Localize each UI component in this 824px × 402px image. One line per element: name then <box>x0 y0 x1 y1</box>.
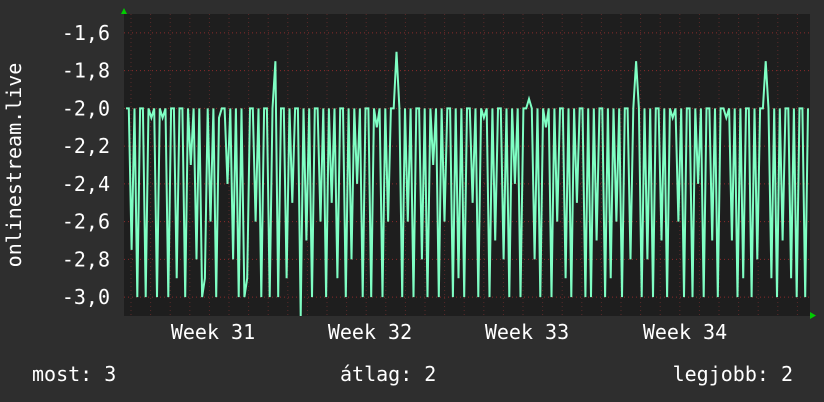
y-tick-label: -2,6 <box>62 210 110 234</box>
x-tick-label: Week 34 <box>643 320 727 344</box>
chart: -1,6 -1,8 -2,0 -2,2 -2,4 -2,6 -2,8 -3,0 Week 31… <box>62 8 816 344</box>
x-axis-ticks: Week 31 Week 32 Week 33 Week 34 <box>171 320 727 344</box>
y-tick-label: -2,4 <box>62 172 110 196</box>
stat-current: most: 3 <box>32 362 117 386</box>
y-tick-label: -3,0 <box>62 285 110 309</box>
stat-best: legjobb: 2 <box>672 362 793 386</box>
x-tick-label: Week 33 <box>485 320 569 344</box>
y-tick-label: -2,2 <box>62 134 110 158</box>
y-tick-label: -2,8 <box>62 247 110 271</box>
x-tick-label: Week 31 <box>171 320 255 344</box>
y-axis-arrow <box>121 8 127 14</box>
x-tick-label: Week 32 <box>328 320 412 344</box>
stat-average: átlag: 2 <box>340 362 437 386</box>
x-axis-arrow <box>810 312 816 319</box>
y-axis-ticks: -1,6 -1,8 -2,0 -2,2 -2,4 -2,6 -2,8 -3,0 <box>62 21 110 309</box>
y-tick-label: -1,6 <box>62 21 110 45</box>
y-tick-label: -1,8 <box>62 59 110 83</box>
y-tick-label: -2,0 <box>62 96 110 120</box>
